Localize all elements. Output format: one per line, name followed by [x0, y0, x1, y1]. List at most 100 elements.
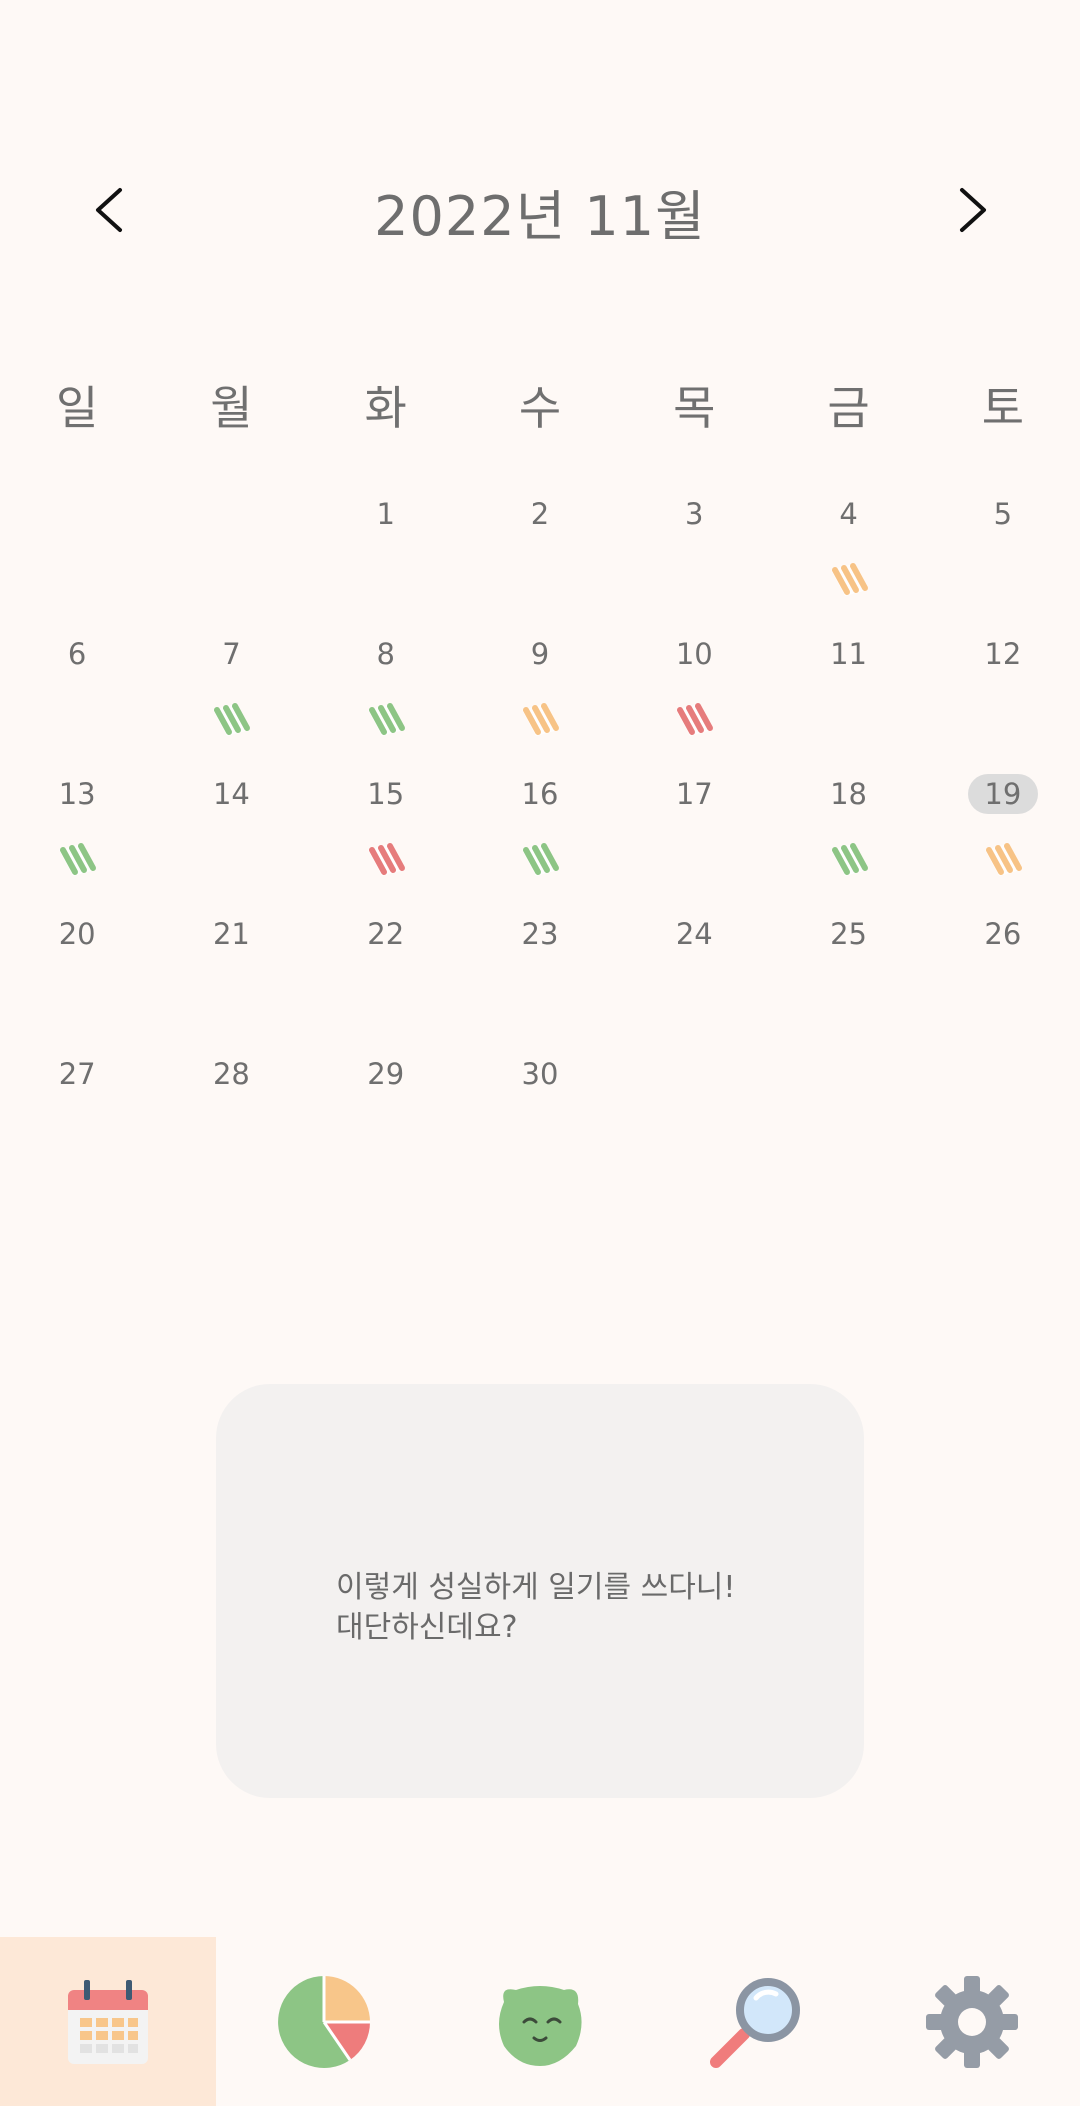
tab-search[interactable]: [648, 1937, 864, 2106]
weekday-fri: 금: [827, 381, 870, 435]
day-number: 25: [830, 917, 868, 951]
weekday-thu: 목: [673, 381, 716, 435]
tab-statistics[interactable]: [216, 1937, 432, 2106]
calendar-empty-cell: [0, 470, 154, 610]
calendar-day[interactable]: 7: [154, 610, 308, 750]
day-number: 14: [212, 777, 250, 811]
day-number: [968, 1054, 1038, 1094]
calendar-week: 27 28 29 30: [0, 1030, 1080, 1170]
day-number: [196, 494, 266, 534]
day-number: 27: [58, 1057, 96, 1091]
calendar-day[interactable]: 12: [926, 610, 1080, 750]
calendar-day[interactable]: 8: [309, 610, 463, 750]
day-number: 8: [376, 637, 395, 671]
pie-chart-icon: [278, 1975, 371, 2068]
day-number: [42, 494, 112, 534]
calendar-day[interactable]: 18: [771, 750, 925, 890]
calendar-day[interactable]: 3: [617, 470, 771, 610]
calendar-day[interactable]: 16: [463, 750, 617, 890]
calendar-day[interactable]: 17: [617, 750, 771, 890]
mood-stamp-icon: [827, 840, 871, 880]
message-card: 이렇게 성실하게 일기를 쓰다니! 대단하신데요?: [216, 1384, 864, 1798]
gear-icon: [926, 1975, 1018, 2068]
day-number: 21: [212, 917, 250, 951]
day-number: 22: [367, 917, 405, 951]
calendar-grid: 1 2 3 4 5 6 7 8 9 10 11 12 13 14 15 16 17 18 19 20 21 22 23 24 2…: [0, 470, 1080, 1170]
day-number: 20: [58, 917, 96, 951]
calendar-day[interactable]: 22: [309, 890, 463, 1030]
day-number: 2: [530, 497, 550, 531]
calendar-week: 13 14 15 16 17 18 19: [0, 750, 1080, 890]
calendar-day[interactable]: 20: [0, 890, 154, 1030]
calendar-empty-cell: [926, 1030, 1080, 1170]
day-number: 28: [212, 1057, 250, 1091]
day-number: 26: [984, 917, 1022, 951]
day-number: 15: [367, 777, 405, 811]
mood-stamp-icon: [827, 560, 871, 600]
calendar-day[interactable]: 21: [154, 890, 308, 1030]
calendar-week: 6 7 8 9 10 11 12: [0, 610, 1080, 750]
day-number: 1: [376, 497, 395, 531]
day-number: [814, 1054, 884, 1094]
weekday-sat: 토: [981, 381, 1025, 435]
mood-stamp-icon: [518, 840, 562, 880]
calendar-day[interactable]: 9: [463, 610, 617, 750]
mood-stamp-icon: [672, 700, 716, 740]
calendar-day[interactable]: 30: [463, 1030, 617, 1170]
day-number: 9: [530, 637, 550, 671]
next-month-button[interactable]: [942, 180, 1002, 240]
message-line-1: 이렇게 성실하게 일기를 쓰다니!: [336, 1570, 736, 1605]
mood-stamp-icon: [364, 840, 408, 880]
day-number: 12: [984, 637, 1022, 671]
mood-stamp-icon: [981, 840, 1025, 880]
calendar-day[interactable]: 1: [309, 470, 463, 610]
calendar-day[interactable]: 24: [617, 890, 771, 1030]
chevron-right-icon: [960, 188, 986, 232]
mood-stamp-icon: [518, 700, 562, 740]
day-number: 4: [839, 497, 858, 531]
day-number: 17: [675, 777, 713, 811]
calendar-day[interactable]: 26: [926, 890, 1080, 1030]
today-date-number: 19: [967, 774, 1038, 814]
calendar-week: 1 2 3 4 5: [0, 470, 1080, 610]
tab-calendar[interactable]: [0, 1937, 216, 2106]
day-number: 6: [67, 637, 87, 671]
search-icon: [710, 1977, 800, 2068]
message-line-2: 대단하신데요?: [336, 1610, 518, 1645]
day-number: 7: [222, 637, 241, 671]
month-title: 2022년 11월: [374, 185, 706, 248]
day-number: 13: [58, 777, 96, 811]
day-number: 5: [993, 497, 1013, 531]
day-number: 10: [675, 637, 713, 671]
calendar-day[interactable]: 14: [154, 750, 308, 890]
calendar-day[interactable]: 28: [154, 1030, 308, 1170]
calendar-day[interactable]: 6: [0, 610, 154, 750]
calendar-day[interactable]: 27: [0, 1030, 154, 1170]
calendar-day[interactable]: 29: [309, 1030, 463, 1170]
mood-stamp-icon: [55, 840, 99, 880]
calendar-empty-cell: [154, 470, 308, 610]
calendar-day[interactable]: 5: [926, 470, 1080, 610]
weekday-wed: 수: [518, 381, 562, 435]
calendar-day[interactable]: 2: [463, 470, 617, 610]
calendar-day[interactable]: 19: [926, 750, 1080, 890]
tab-settings[interactable]: [864, 1937, 1080, 2106]
day-number: 29: [367, 1057, 405, 1091]
calendar-icon: [68, 1979, 148, 2064]
calendar-day[interactable]: 11: [771, 610, 925, 750]
calendar-day[interactable]: 15: [309, 750, 463, 890]
day-number: 24: [675, 917, 713, 951]
calendar-day[interactable]: 10: [617, 610, 771, 750]
mood-stamp-icon: [209, 700, 253, 740]
calendar-day[interactable]: 23: [463, 890, 617, 1030]
day-number: 30: [521, 1057, 559, 1091]
weekday-tue: 화: [364, 381, 407, 435]
mood-stamp-icon: [364, 700, 408, 740]
calendar-day[interactable]: 13: [0, 750, 154, 890]
calendar-day[interactable]: 25: [771, 890, 925, 1030]
day-number: 23: [521, 917, 559, 951]
tab-mood[interactable]: [432, 1937, 648, 2106]
calendar-week: 20 21 22 23 24 25 26: [0, 890, 1080, 1030]
weekday-mon: 월: [210, 381, 253, 435]
calendar-day[interactable]: 4: [771, 470, 925, 610]
